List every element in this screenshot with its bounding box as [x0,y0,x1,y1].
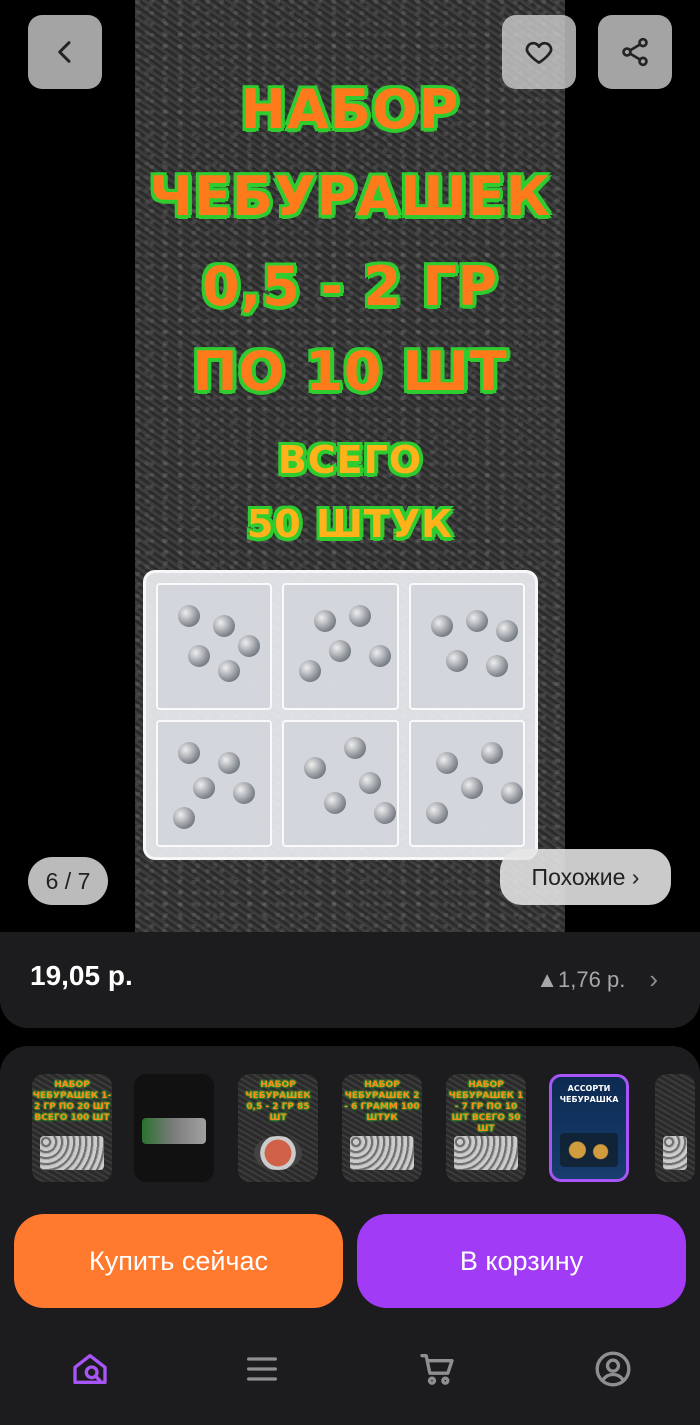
price-value: 19,05 р. [30,960,133,991]
variant-image [254,1136,302,1170]
variant-caption: АССОРТИ ЧЕБУРАШКА [559,1084,619,1104]
variant-caption: НАБОР ЧЕБУРАШЕК 1-2 ГР ПО 20 ШТ ВСЕГО 10… [32,1080,112,1123]
share-icon [622,37,648,67]
price-change-value: ▲1,76 р. [536,966,626,992]
variant-thumbnail[interactable] [134,1074,214,1182]
variant-thumbnail-selected[interactable]: АССОРТИ ЧЕБУРАШКА [549,1074,629,1182]
action-bar: Купить сейчас В корзину [0,1204,700,1322]
variant-thumbnail[interactable]: НАБОР ЧЕБУРАШЕК 0,5 - 2 ГР 85 ШТ [238,1074,318,1182]
variant-caption: НАБОР ЧЕБУРАШЕК 0,5 - 2 ГР 85 ШТ [245,1080,311,1123]
variant-image [560,1133,618,1167]
nav-profile[interactable] [583,1344,643,1394]
variant-image [454,1136,518,1170]
image-counter: 6 / 7 [28,857,108,905]
promo-line: ЧЕБУРАШЕК [149,165,551,228]
heart-icon [525,41,553,64]
box-compartment [408,720,525,847]
promo-line: ВСЕГО [277,438,423,482]
promo-line: ПО 10 ШТ [192,340,508,403]
cart-icon [420,1354,454,1385]
box-compartment [282,583,399,710]
price-change[interactable]: ▲1,76 р. › [536,964,658,995]
profile-icon [595,1351,631,1387]
share-button[interactable] [598,15,672,89]
promo-line: НАБОР [240,78,460,141]
nav-home[interactable] [60,1344,120,1394]
home-search-icon [73,1354,107,1384]
variant-thumbnail[interactable]: НАБОР ЧЕБУРАШЕК 1-2 ГР ПО 20 ШТ ВСЕГО 10… [32,1074,112,1182]
favorite-button[interactable] [502,15,576,89]
promo-line: 50 ШТУК [246,502,454,546]
variant-selector: НАБОР ЧЕБУРАШЕК 1-2 ГР ПО 20 ШТ ВСЕГО 10… [0,1046,700,1204]
price-panel: 19,05 р. ▲1,76 р. › [0,932,700,1028]
variant-caption: НАБОР ЧЕБУРАШЕК 2 - 6 ГРАММ 100 ШТУК [344,1080,420,1123]
promo-line: 0,5 - 2 ГР [201,255,499,318]
buy-now-button[interactable]: Купить сейчас [14,1214,343,1308]
product-photo: НАБОР ЧЕБУРАШЕК 0,5 - 2 ГР ПО 10 ШТ ВСЕГ… [135,0,565,932]
box-compartment [282,720,399,847]
variant-caption: НАБОР ЧЕБУРАШЕК 1 - 7 ГР ПО 10 ШТ ВСЕГО … [448,1080,524,1134]
similar-button[interactable]: Похожие › [500,849,671,905]
chevron-left-icon [58,41,71,63]
variant-image [663,1136,687,1170]
nav-catalog[interactable] [232,1344,292,1394]
variant-thumbnail[interactable]: НАБОР ЧЕБУРАШЕК 2 - 6 ГРАММ 100 ШТУК [342,1074,422,1182]
tackle-box [143,570,538,860]
product-gallery[interactable]: НАБОР ЧЕБУРАШЕК 0,5 - 2 ГР ПО 10 ШТ ВСЕГ… [0,0,700,932]
variant-thumbnail[interactable] [655,1074,695,1182]
box-compartment [156,583,273,710]
variant-image [142,1118,206,1144]
chevron-right-icon: › [649,964,658,994]
variant-image [40,1136,104,1170]
variant-thumbnail[interactable]: НАБОР ЧЕБУРАШЕК 1 - 7 ГР ПО 10 ШТ ВСЕГО … [446,1074,526,1182]
box-compartment [408,583,525,710]
variant-image [350,1136,414,1170]
box-compartment [156,720,273,847]
add-to-cart-button[interactable]: В корзину [357,1214,686,1308]
back-button[interactable] [28,15,102,89]
catalog-menu-icon [247,1357,277,1381]
bottom-navigation [0,1322,700,1425]
nav-cart[interactable] [407,1344,467,1394]
